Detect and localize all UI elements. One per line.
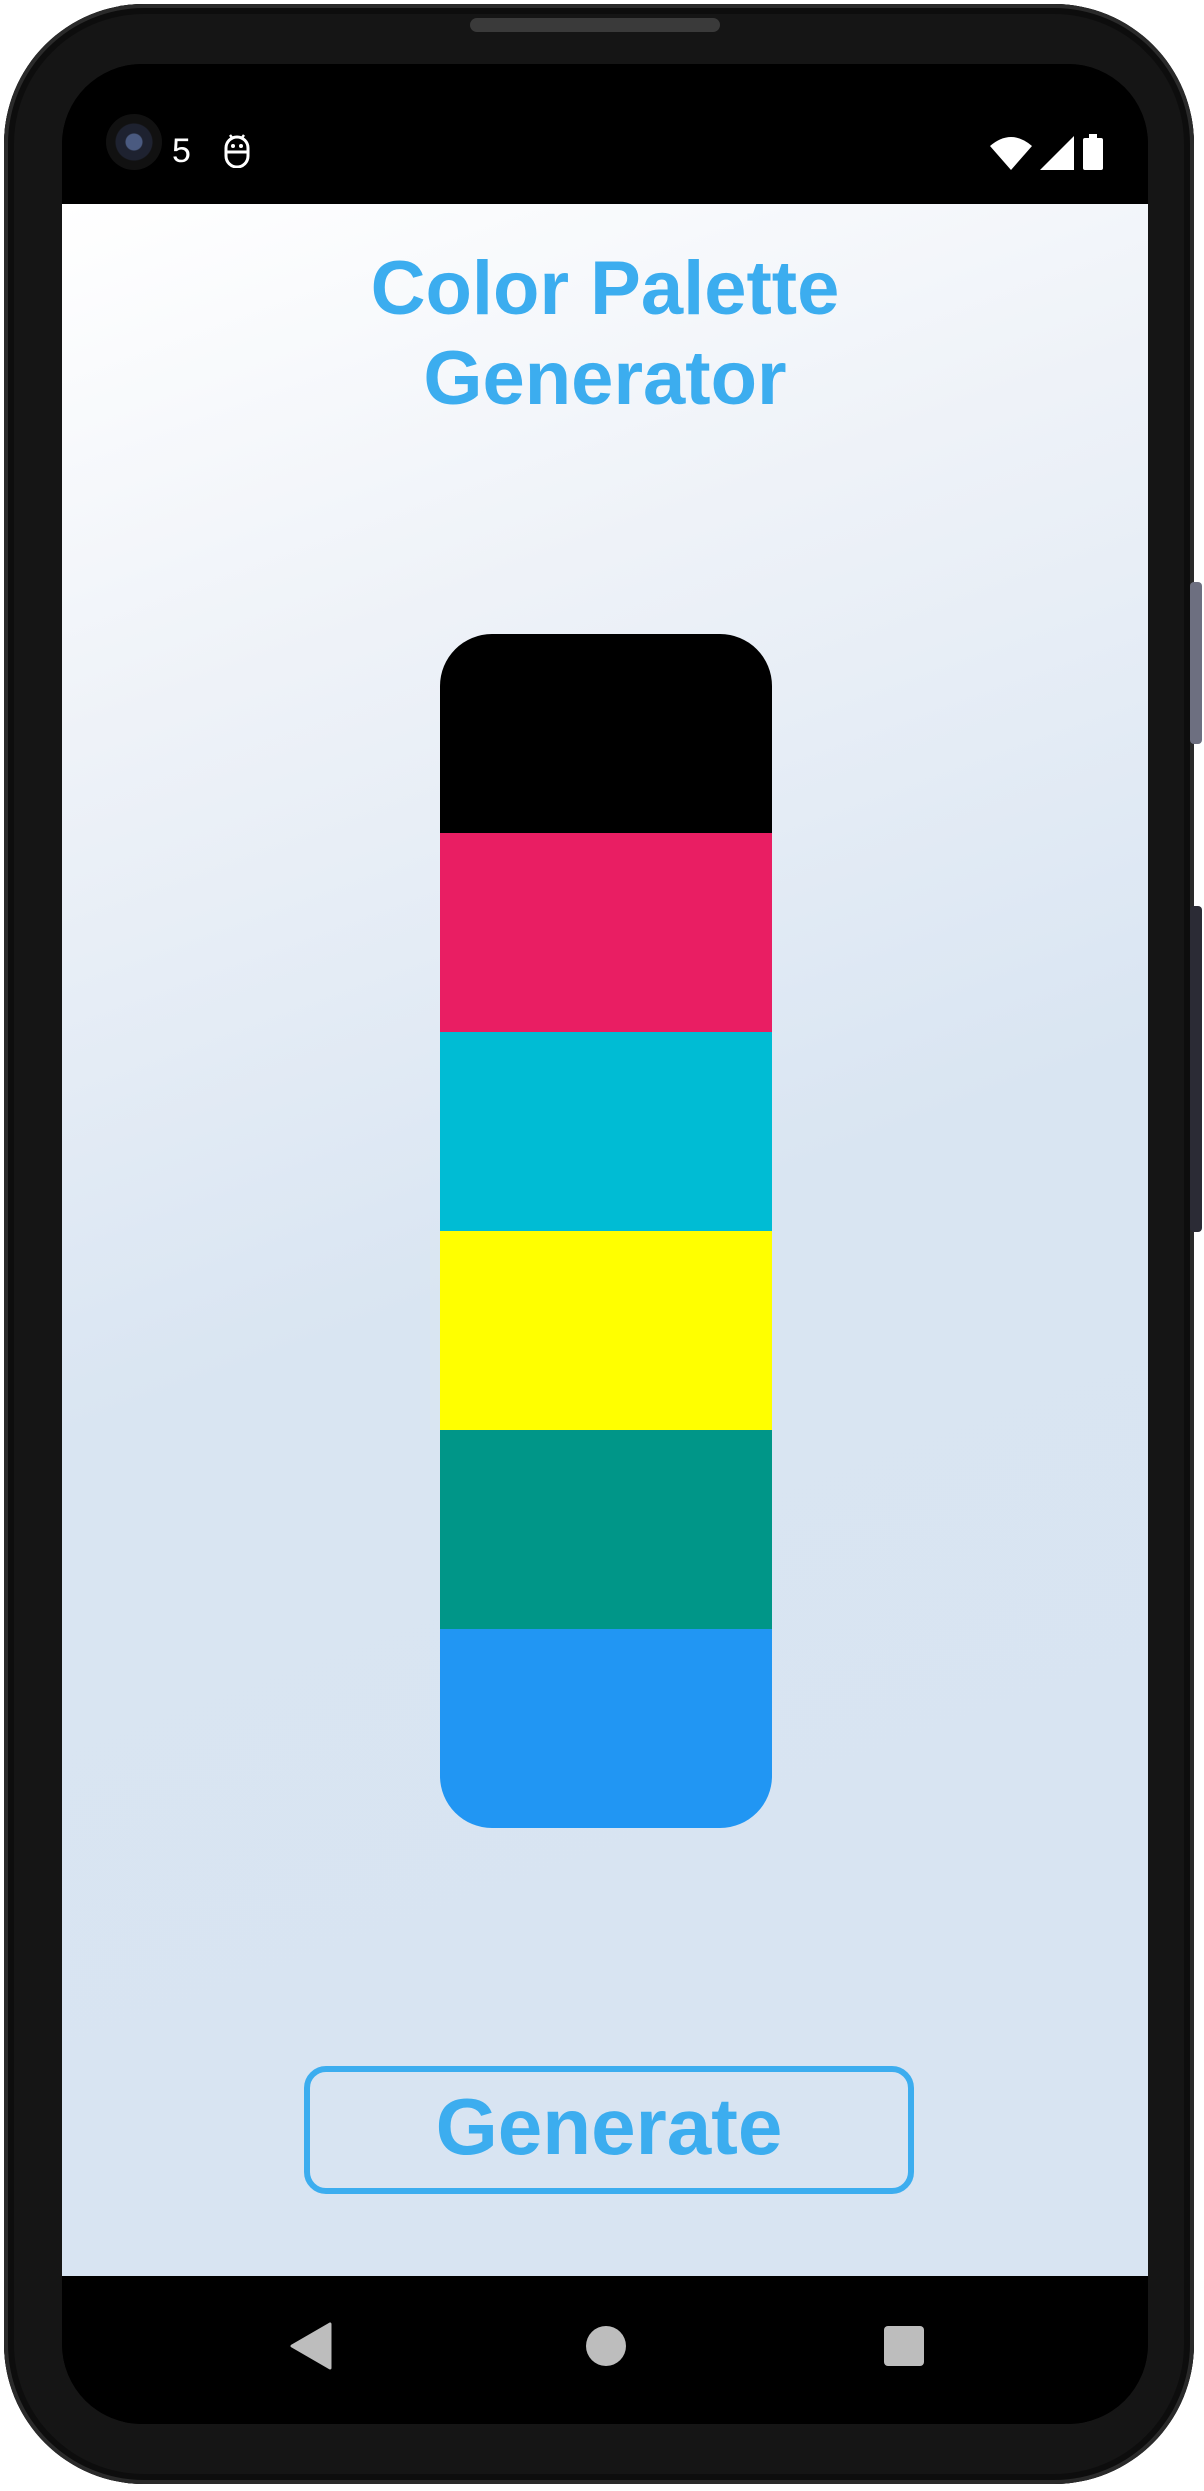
power-button (1190, 906, 1202, 1232)
color-swatch (440, 1430, 772, 1629)
front-camera (106, 114, 162, 170)
volume-button (1190, 582, 1202, 744)
back-button[interactable] (280, 2316, 340, 2376)
color-swatch (440, 1231, 772, 1430)
recents-button[interactable] (874, 2316, 934, 2376)
home-icon (586, 2326, 626, 2366)
color-swatch (440, 1629, 772, 1828)
cell-signal-icon (1040, 136, 1074, 170)
status-icons (990, 134, 1104, 170)
recents-icon (884, 2326, 924, 2366)
android-debug-icon (224, 134, 250, 168)
color-swatch (440, 833, 772, 1032)
battery-icon (1083, 134, 1103, 170)
generate-button[interactable]: Generate (304, 2066, 914, 2194)
home-button[interactable] (576, 2316, 636, 2376)
screen: 5 Color Palette Generator Generate (62, 64, 1148, 2424)
phone-frame: 5 Color Palette Generator Generate (4, 4, 1202, 2484)
wifi-icon (990, 137, 1032, 170)
page-title: Color Palette Generator (62, 244, 1148, 424)
title-line-1: Color Palette (370, 246, 840, 331)
notification-count: 5 (172, 132, 191, 170)
color-swatch (440, 634, 772, 833)
color-palette (440, 634, 772, 1828)
status-bar: 5 (62, 64, 1148, 204)
color-swatch (440, 1032, 772, 1231)
app-content: Color Palette Generator Generate (62, 204, 1148, 2276)
title-line-2: Generator (423, 336, 787, 421)
navigation-bar (62, 2276, 1148, 2424)
earpiece-speaker (470, 18, 720, 32)
back-icon (290, 2322, 332, 2370)
